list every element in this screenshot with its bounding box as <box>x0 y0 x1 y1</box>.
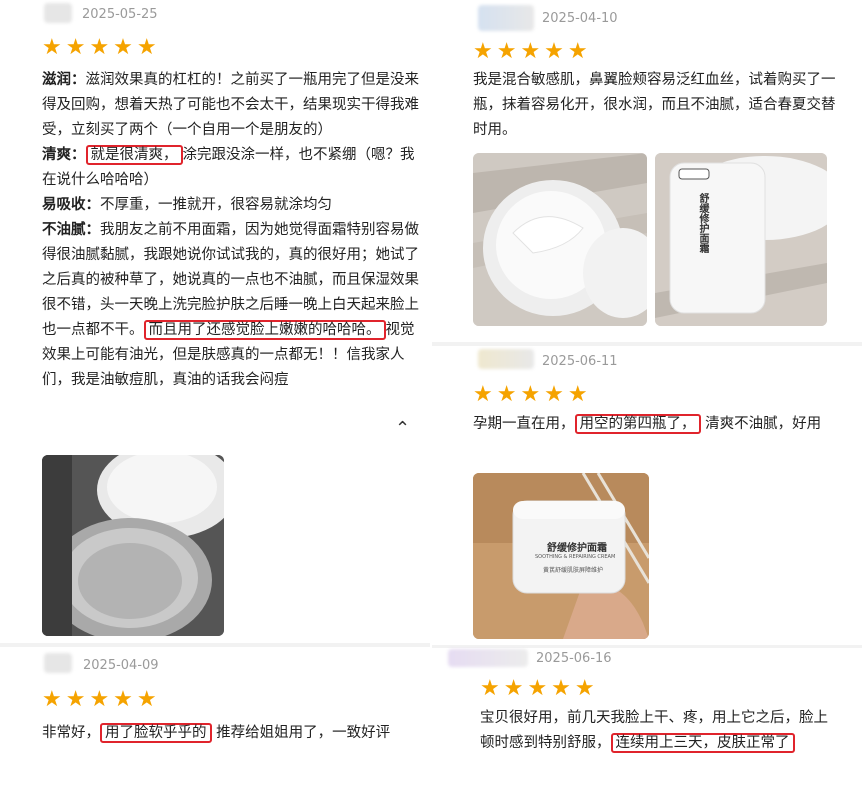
highlight-box: 连续用上三天，皮肤正常了 <box>610 733 795 753</box>
collapse-chevron-icon[interactable]: ⌃ <box>395 418 410 439</box>
jar-label-text: 舒缓修护面霜 <box>697 193 708 253</box>
cream-jar-photo-icon <box>42 455 224 636</box>
review-photo[interactable]: 舒缓修护面霜 SOOTHING & REPAIRING CREAM 黄芪舒缓肌肤… <box>473 473 649 639</box>
reviewer-avatar-blurred <box>44 3 72 23</box>
review-body: 非常好， 用了脸软乎乎的 推荐给姐姐用了，一致好评 <box>42 721 432 746</box>
review-date: 2025-04-09 <box>83 658 159 673</box>
star-rating: ★★★★★ <box>473 39 592 64</box>
text-zirun: 滋润效果真的杠杠的！之前买了一瓶用完了但是没来得及回购，想着天热了可能也不会太干… <box>42 72 419 138</box>
text-xishou: 不厚重，一推就开，很容易就涂均匀 <box>100 197 332 213</box>
reviewer-avatar-blurred <box>448 649 528 667</box>
review-text: 孕期一直在用， <box>473 416 575 432</box>
review-body: 滋润：滋润效果真的杠杠的！之前买了一瓶用完了但是没来得及回购，想着天热了可能也不… <box>42 68 420 393</box>
review-date: 2025-06-16 <box>536 651 612 666</box>
review-text: 清爽不油腻，好用 <box>705 416 822 432</box>
review-body: 孕期一直在用， 用空的第四瓶了， 清爽不油腻，好用 <box>473 412 837 437</box>
review-photo[interactable] <box>42 455 224 636</box>
review-text: 推荐给姐姐用了，一致好评 <box>216 725 391 741</box>
cream-jar-photo-icon <box>655 153 827 326</box>
review-photo[interactable] <box>473 153 647 326</box>
review-date: 2025-04-10 <box>542 11 618 26</box>
review-date: 2025-06-11 <box>542 354 618 369</box>
reviewer-avatar-blurred <box>478 5 534 31</box>
review-body: 宝贝很好用，前几天我脸上干、疼，用上它之后，脸上顿时感到特别舒服， 连续用上三天，… <box>480 706 840 756</box>
section-divider <box>0 643 430 647</box>
label-xishou: 易吸收： <box>42 197 100 213</box>
star-rating: ★★★★★ <box>42 35 161 60</box>
jar-label-caption: 黄芪舒缓肌肤屏障维护 <box>543 567 604 574</box>
label-qingshuang: 清爽： <box>42 147 86 163</box>
section-divider <box>432 645 862 648</box>
reviewer-avatar-blurred <box>478 349 534 369</box>
star-rating: ★★★★★ <box>42 687 161 712</box>
highlight-box: 用空的第四瓶了， <box>574 414 701 434</box>
review-photo[interactable]: 舒缓修护面霜 <box>655 153 827 326</box>
review-date: 2025-05-25 <box>82 7 158 22</box>
jar-label-title: 舒缓修护面霜 <box>547 543 607 554</box>
highlight-box: 而且用了还感觉脸上嫩嫩的哈哈哈。 <box>143 320 386 340</box>
label-zirun: 滋润： <box>42 72 86 88</box>
star-rating: ★★★★★ <box>473 382 592 407</box>
review-text: 非常好， <box>42 725 100 741</box>
label-buyouni: 不油腻： <box>42 222 100 238</box>
jar-label-subtitle: SOOTHING & REPAIRING CREAM <box>535 554 616 560</box>
review-body: 我是混合敏感肌，鼻翼脸颊容易泛红血丝，试着购买了一瓶，抹着容易化开，很水润，而且… <box>473 72 836 138</box>
reviewer-avatar-blurred <box>44 653 72 673</box>
highlight-box: 用了脸软乎乎的 <box>100 723 212 743</box>
star-rating: ★★★★★ <box>480 676 599 701</box>
highlight-box: 就是很清爽， <box>85 145 183 165</box>
section-divider <box>432 342 862 346</box>
cream-texture-photo-icon <box>473 153 647 326</box>
